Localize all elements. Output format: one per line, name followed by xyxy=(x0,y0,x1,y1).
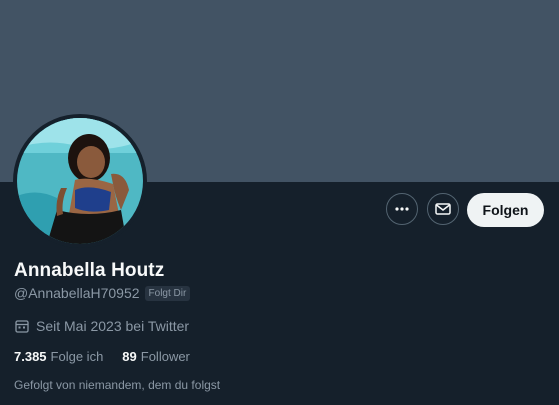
follows-you-badge: Folgt Dir xyxy=(144,285,191,301)
followers-link[interactable]: 89 Follower xyxy=(122,349,190,364)
following-link[interactable]: 7.385 Folge ich xyxy=(14,349,103,364)
calendar-icon xyxy=(15,320,29,333)
followers-label: Follower xyxy=(140,349,190,364)
following-label: Folge ich xyxy=(50,349,104,364)
join-date-text: Seit Mai 2023 bei Twitter xyxy=(36,318,190,334)
avatar[interactable] xyxy=(17,118,143,244)
follow-button[interactable]: Folgen xyxy=(467,193,544,227)
followed-by-text: Gefolgt von niemandem, dem du folgst xyxy=(14,378,221,392)
followers-count: 89 xyxy=(122,349,137,364)
more-button[interactable] xyxy=(386,193,418,225)
follow-stats: 7.385 Folge ich 89 Follower xyxy=(14,349,190,364)
handle-row: @AnnabellaH70952 Folgt Dir xyxy=(14,285,191,301)
avatar-frame xyxy=(13,114,147,248)
envelope-icon xyxy=(435,203,451,215)
join-date: Seit Mai 2023 bei Twitter xyxy=(14,318,189,334)
following-count: 7.385 xyxy=(14,349,47,364)
more-horizontal-icon xyxy=(395,207,409,211)
profile-page: Folgen Annabella Houtz @AnnabellaH70952 … xyxy=(0,0,559,405)
user-handle: @AnnabellaH70952 xyxy=(14,285,140,301)
display-name: Annabella Houtz xyxy=(14,260,165,281)
message-button[interactable] xyxy=(427,193,459,225)
